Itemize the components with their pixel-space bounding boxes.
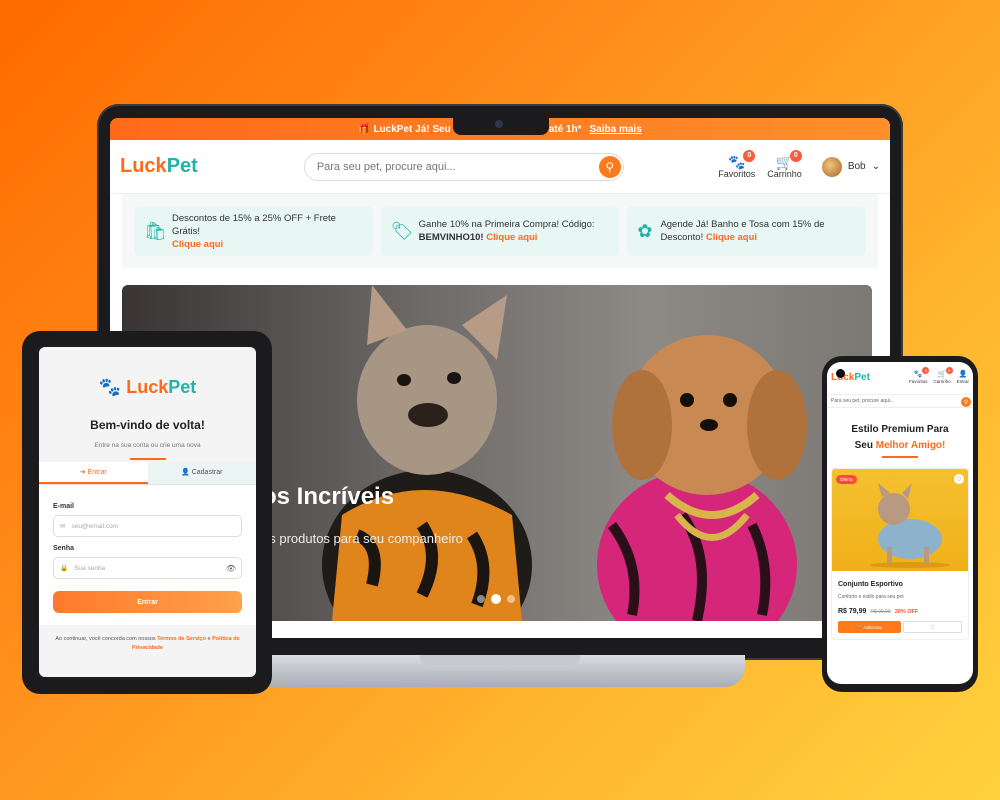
- product-image: Oferta ♡: [832, 469, 968, 571]
- learn-more-link[interactable]: Saiba mais: [590, 124, 642, 135]
- old-price: R$ 99,99: [870, 609, 891, 615]
- paw-icon: 🐾: [913, 370, 923, 378]
- terms-notice: Ao continuar, você concorda com nossos T…: [39, 625, 256, 663]
- promo-card[interactable]: ✿ Agende Já! Banho e Tosa com 15% de Des…: [627, 206, 867, 256]
- tag-icon: 🏷: [390, 220, 414, 241]
- terms-link[interactable]: Termos de Serviço: [157, 636, 206, 642]
- add-to-cart-button[interactable]: 🛒 Adicionar: [838, 621, 901, 633]
- product-actions: 🛒 Adicionar ♡: [838, 621, 962, 633]
- offer-badge: Oferta: [836, 475, 857, 484]
- tab-login[interactable]: ➜ Entrar: [39, 462, 148, 484]
- cart-button[interactable]: 🛒 0 Carrinho: [767, 149, 802, 179]
- search-input[interactable]: Para seu pet, procure aqui... ⚲: [303, 152, 624, 181]
- favorite-button[interactable]: ♡: [902, 621, 962, 633]
- promo-link[interactable]: Clique aqui: [172, 239, 223, 250]
- user-name: Bob: [847, 161, 866, 172]
- login-subtitle: Entre na sua conta ou crie uma nova: [94, 442, 201, 449]
- headline-underline: [882, 456, 918, 458]
- cart-button[interactable]: 🛒 0 Carrinho: [933, 366, 953, 384]
- login-form: E-mail ✉ seu@email.com Senha 🔒 Sua senha…: [39, 485, 256, 625]
- email-label: E-mail: [53, 503, 75, 510]
- tablet-screen: 🐾 LuckPet Bem-vindo de volta! Entre na s…: [39, 347, 256, 677]
- site-header: LuckPet Para seu pet, procure aqui... ⚲ …: [110, 140, 890, 194]
- mobile-actions: 🐾 0 Favoritos 🛒 0 Carrinho 👤 Entrar: [909, 366, 969, 384]
- add-user-icon: 👤: [181, 469, 190, 476]
- product-description: Conforto e estilo para seu pet: [838, 594, 904, 600]
- hero-headline: Estilo Premium Para Seu Melhor Amigo!: [851, 424, 949, 451]
- mobile-header: LuckPet 🐾 0 Favoritos 🛒 0 Carrinho 👤 Ent…: [827, 362, 973, 392]
- login-button[interactable]: Entrar: [53, 591, 242, 613]
- favorites-button[interactable]: 🐾 0 Favoritos: [909, 366, 930, 384]
- password-label: Senha: [53, 545, 75, 552]
- search-input[interactable]: Para seu pet, procure aqui... ⚲: [827, 394, 973, 408]
- promo-link[interactable]: Clique aqui: [486, 232, 537, 243]
- login-title: Bem-vindo de volta!: [90, 418, 205, 432]
- promo-card[interactable]: 🛍 Descontos de 15% a 25% OFF + Frete Grá…: [134, 206, 373, 256]
- search-icon[interactable]: ⚲: [961, 397, 971, 407]
- promo-link[interactable]: Clique aqui: [706, 232, 757, 243]
- login-icon: ➜: [79, 469, 86, 476]
- product-name: Conjunto Esportivo: [838, 581, 903, 588]
- title-underline: [129, 458, 166, 460]
- hero-title: os Incríveis: [262, 483, 395, 510]
- favorites-button[interactable]: 🐾 0 Favoritos: [718, 149, 756, 179]
- dog-photo: [870, 483, 950, 568]
- logo[interactable]: LuckPet: [120, 155, 198, 178]
- cart-icon: 🛒: [937, 370, 947, 378]
- camera-icon: [836, 369, 845, 378]
- phone-screen: LuckPet 🐾 0 Favoritos 🛒 0 Carrinho 👤 Ent…: [827, 362, 973, 684]
- user-icon: 👤: [958, 370, 968, 378]
- tab-register[interactable]: 👤 Cadastrar: [148, 462, 257, 484]
- header-actions: 🐾 0 Favoritos 🛒 0 Carrinho Bob ⌄: [718, 149, 880, 179]
- announcement-right: até 1h*: [548, 123, 582, 135]
- avatar: [821, 156, 842, 177]
- auth-tabs: ➜ Entrar 👤 Cadastrar: [39, 462, 256, 485]
- favorites-count: 0: [743, 149, 756, 162]
- camera-icon: [495, 120, 503, 128]
- eye-icon[interactable]: 👁: [226, 564, 236, 573]
- logo: 🐾 LuckPet: [98, 377, 197, 397]
- user-menu[interactable]: Bob ⌄: [821, 156, 880, 177]
- promo-strip: 🛍 Descontos de 15% a 25% OFF + Frete Grá…: [122, 194, 878, 268]
- heart-icon: ♡: [929, 624, 936, 631]
- password-field[interactable]: 🔒 Sua senha 👁: [53, 557, 242, 579]
- carousel-dot[interactable]: [491, 594, 501, 604]
- cart-icon: 🛒: [856, 624, 863, 629]
- email-field[interactable]: ✉ seu@email.com: [53, 515, 242, 537]
- envelope-icon: ✉: [60, 523, 66, 530]
- hero-subtitle: es produtos para seu companheiro: [262, 531, 463, 546]
- carousel-dot[interactable]: [507, 595, 515, 603]
- carousel-dot[interactable]: [477, 595, 485, 603]
- login-button[interactable]: 👤 Entrar: [957, 371, 969, 384]
- heart-icon[interactable]: ♡: [954, 474, 964, 484]
- search-icon[interactable]: ⚲: [598, 155, 621, 178]
- product-price: R$ 79,99 R$ 99,99 20% OFF: [838, 608, 919, 615]
- laptop-base-lip: [420, 655, 580, 665]
- bag-icon: 🛍: [144, 220, 167, 241]
- chevron-down-icon: ⌄: [871, 161, 880, 172]
- product-card[interactable]: Oferta ♡ Conjunto Esportivo Conforto e e…: [831, 468, 969, 640]
- lock-icon: 🔒: [60, 565, 69, 572]
- paw-icon: 🐾: [98, 377, 122, 397]
- leaf-icon: ✿: [637, 220, 653, 241]
- cart-count: 0: [789, 149, 802, 162]
- discount-label: 20% OFF: [894, 609, 919, 615]
- promo-card[interactable]: 🏷 Ganhe 10% na Primeira Compra! Código: B…: [380, 206, 620, 256]
- product-info: Conjunto Esportivo Conforto e estilo par…: [832, 571, 968, 639]
- carousel-dots: [477, 594, 515, 604]
- announcement-left: 🎁 LuckPet Já! Seu: [358, 123, 451, 135]
